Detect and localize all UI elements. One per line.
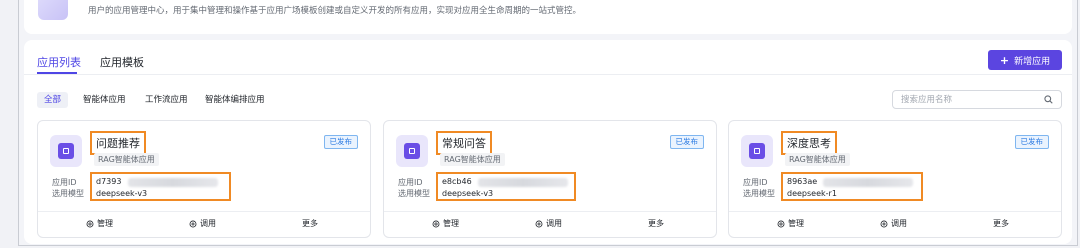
plus-icon: + <box>999 53 1010 67</box>
search-icon[interactable] <box>1044 95 1053 104</box>
more-label: 更多 <box>302 219 318 228</box>
filter-agent-apps[interactable]: 智能体应用 <box>76 92 133 108</box>
manage-label: 管理 <box>788 219 804 228</box>
app-id-label: 应用ID <box>743 178 768 187</box>
card-divider <box>384 211 716 212</box>
model-value: deepseek-v3 <box>442 189 494 198</box>
app-icon <box>741 135 773 167</box>
invoke-label: 调用 <box>891 219 907 228</box>
app-name: 常规问答 <box>436 131 492 155</box>
manage-label: 管理 <box>97 219 113 228</box>
more-button[interactable]: 更多 <box>993 218 1009 229</box>
tab-app-templates[interactable]: 应用模板 <box>100 54 144 70</box>
more-label: 更多 <box>993 219 1009 228</box>
app-type-tag: RAG智能体应用 <box>785 153 850 166</box>
manage-button[interactable]: 管理 <box>777 218 804 229</box>
redacted-id <box>128 178 218 187</box>
filter-workflow-apps[interactable]: 工作流应用 <box>138 92 195 108</box>
meta-labels: 应用ID 选用模型 <box>52 177 84 199</box>
invoke-icon <box>880 220 888 227</box>
redacted-id <box>478 178 568 187</box>
app-meta-box: 8963ae deepseek-r1 <box>781 172 923 201</box>
app-type-tag: RAG智能体应用 <box>94 153 159 166</box>
card-divider <box>729 211 1061 212</box>
more-button[interactable]: 更多 <box>302 218 318 229</box>
app-meta-box: d7393 deepseek-v3 <box>90 172 231 201</box>
status-badge: 已发布 <box>1014 135 1049 149</box>
card-divider <box>38 211 370 212</box>
invoke-label: 调用 <box>200 219 216 228</box>
gear-icon <box>777 220 785 227</box>
manage-label: 管理 <box>443 219 459 228</box>
search-input[interactable] <box>901 93 1041 106</box>
status-badge: 已发布 <box>323 135 358 149</box>
redacted-id <box>823 178 913 187</box>
app-type-tag: RAG智能体应用 <box>440 153 505 166</box>
more-button[interactable]: 更多 <box>648 218 664 229</box>
invoke-button[interactable]: 调用 <box>880 218 907 229</box>
app-id-value: 8963ae <box>787 177 818 186</box>
tab-app-list[interactable]: 应用列表 <box>37 54 81 70</box>
app-name: 深度思考 <box>781 131 837 155</box>
gear-icon <box>432 220 440 227</box>
model-label: 选用模型 <box>398 189 430 198</box>
new-app-button[interactable]: + 新增应用 <box>988 50 1062 70</box>
invoke-label: 调用 <box>546 219 562 228</box>
app-card[interactable]: 常规问答 RAG智能体应用 已发布 应用ID 选用模型 e8cb46 deeps… <box>383 120 717 238</box>
filter-all[interactable]: 全部 <box>37 92 69 108</box>
app-meta-box: e8cb46 deepseek-v3 <box>436 172 576 201</box>
model-value: deepseek-v3 <box>96 189 148 198</box>
app-card[interactable]: 问题推荐 RAG智能体应用 已发布 应用ID 选用模型 d7393 deepse… <box>37 120 371 238</box>
more-label: 更多 <box>648 219 664 228</box>
app-id-label: 应用ID <box>398 178 423 187</box>
model-label: 选用模型 <box>743 189 775 198</box>
new-app-label: 新增应用 <box>1014 56 1051 67</box>
filter-agent-orchestration-apps[interactable]: 智能体编排应用 <box>198 92 272 108</box>
invoke-button[interactable]: 调用 <box>189 218 216 229</box>
invoke-button[interactable]: 调用 <box>535 218 562 229</box>
manage-button[interactable]: 管理 <box>432 218 459 229</box>
search-box <box>892 90 1062 109</box>
invoke-icon <box>535 220 543 227</box>
app-id-label: 应用ID <box>52 178 77 187</box>
model-value: deepseek-r1 <box>787 189 837 198</box>
app-icon <box>50 135 82 167</box>
meta-labels: 应用ID 选用模型 <box>743 177 775 199</box>
page-description: 用户的应用管理中心，用于集中管理和操作基于应用广场模板创建或自定义开发的所有应用… <box>88 6 582 16</box>
app-icon <box>396 135 428 167</box>
gear-icon <box>86 220 94 227</box>
manage-button[interactable]: 管理 <box>86 218 113 229</box>
app-center-logo-icon <box>38 0 68 20</box>
app-card[interactable]: 深度思考 RAG智能体应用 已发布 应用ID 选用模型 8963ae deeps… <box>728 120 1062 238</box>
app-id-value: d7393 <box>96 177 122 186</box>
model-label: 选用模型 <box>52 189 84 198</box>
app-id-value: e8cb46 <box>442 177 472 186</box>
app-name: 问题推荐 <box>90 131 146 155</box>
meta-labels: 应用ID 选用模型 <box>398 177 430 199</box>
status-badge: 已发布 <box>669 135 704 149</box>
tabs-divider <box>24 74 1072 75</box>
invoke-icon <box>189 220 197 227</box>
